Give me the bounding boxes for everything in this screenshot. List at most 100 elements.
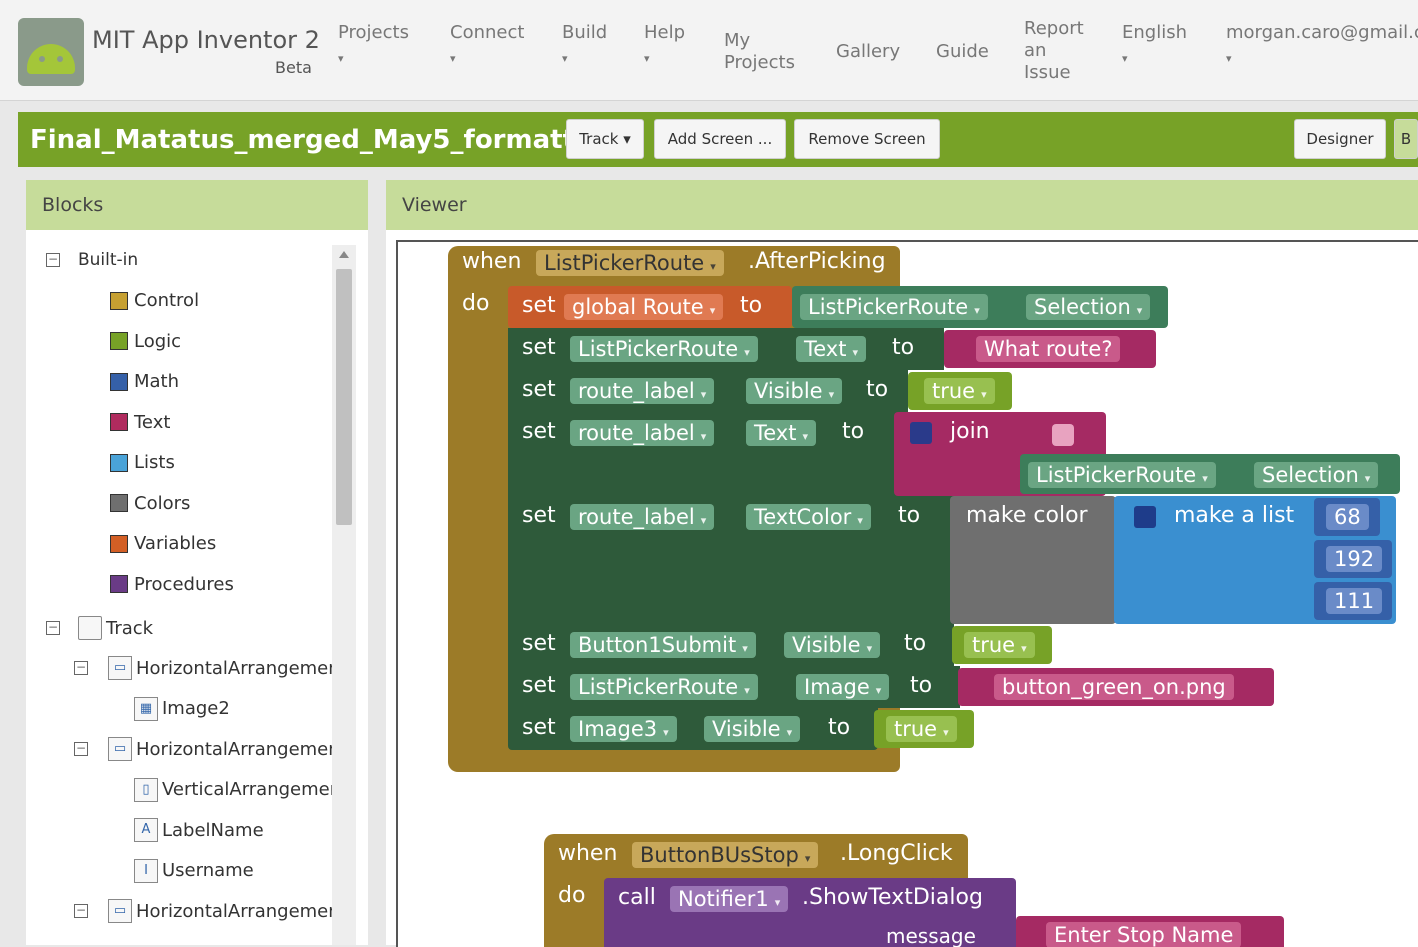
event2-event-name: .LongClick [840, 841, 953, 866]
to-keyword: to [828, 715, 851, 740]
drawer-label: Variables [134, 533, 217, 554]
number-value[interactable]: 68 [1326, 504, 1369, 530]
empty-text-field[interactable] [1052, 424, 1074, 446]
nav-guide-link[interactable]: Guide [936, 41, 989, 63]
app-inventor-logo-icon[interactable] [18, 18, 84, 86]
app-title: MIT App Inventor 2 [92, 26, 320, 54]
component-dropdown[interactable]: route_label ▾ [570, 378, 715, 404]
component-label: Image2 [162, 698, 230, 719]
collapse-icon[interactable]: − [74, 661, 88, 675]
nav-gallery-link[interactable]: Gallery [836, 41, 900, 63]
builtin-lists-drawer[interactable]: Lists [110, 452, 175, 473]
component-tree-node[interactable]: ▦ Image2 [134, 696, 230, 721]
set-keyword: set [522, 673, 556, 698]
builtin-variables-drawer[interactable]: Variables [110, 533, 216, 554]
drawer-label: Procedures [134, 573, 234, 595]
nav-report-issue-link[interactable]: Report an Issue [1024, 18, 1088, 84]
builtin-control-drawer[interactable]: Control [110, 290, 199, 311]
to-keyword: to [892, 335, 915, 360]
text-value[interactable]: What route? [976, 336, 1121, 362]
nav-language-menu[interactable]: English ▾ [1122, 22, 1187, 70]
property-dropdown[interactable]: TextColor ▾ [746, 504, 871, 530]
collapse-icon[interactable]: − [74, 904, 88, 918]
screen-select-button[interactable]: Track ▾ [566, 119, 644, 159]
property-dropdown[interactable]: Image ▾ [796, 674, 890, 700]
property-dropdown[interactable]: Visible ▾ [784, 632, 881, 658]
collapse-icon[interactable]: − [74, 742, 88, 756]
component-dropdown[interactable]: ListPickerRoute ▾ [1028, 462, 1216, 488]
color-swatch-icon [110, 575, 128, 593]
builtin-text-drawer[interactable]: Text [110, 412, 170, 433]
boolean-dropdown[interactable]: true ▾ [964, 632, 1035, 658]
property-dropdown[interactable]: Visible ▾ [704, 716, 801, 742]
component-icon: A [134, 818, 158, 842]
component-dropdown[interactable]: ListPickerRoute ▾ [800, 294, 988, 320]
property-dropdown[interactable]: Selection ▾ [1254, 462, 1379, 488]
set-property-block[interactable] [508, 708, 878, 750]
boolean-dropdown[interactable]: true ▾ [924, 378, 995, 404]
add-screen-button[interactable]: Add Screen ... [654, 119, 786, 159]
viewer-title: Viewer [386, 180, 1418, 230]
property-dropdown[interactable]: Visible ▾ [746, 378, 843, 404]
mutator-gear-icon[interactable] [1134, 506, 1156, 528]
property-dropdown[interactable]: Text ▾ [746, 420, 817, 446]
drawer-label: Math [134, 371, 180, 392]
color-swatch-icon [110, 413, 128, 431]
component-dropdown[interactable]: route_label ▾ [570, 504, 715, 530]
text-value[interactable]: Enter Stop Name [1046, 922, 1242, 947]
nav-my-projects-link[interactable]: My Projects [724, 30, 804, 74]
to-keyword: to [842, 419, 865, 444]
nav-account-menu[interactable]: morgan.caro@gmail.c ▾ [1226, 22, 1418, 70]
builtin-logic-drawer[interactable]: Logic [110, 331, 181, 352]
scroll-thumb[interactable] [336, 269, 352, 525]
builtin-math-drawer[interactable]: Math [110, 371, 179, 392]
collapse-icon[interactable]: − [46, 621, 60, 635]
event2-component-dropdown[interactable]: ButtonBUsStop ▾ [632, 842, 819, 868]
remove-screen-button[interactable]: Remove Screen [794, 119, 940, 159]
number-value[interactable]: 111 [1326, 588, 1383, 614]
drawer-label: Lists [134, 452, 175, 473]
number-value[interactable]: 192 [1326, 546, 1383, 572]
builtin-procedures-drawer[interactable]: Procedures [110, 574, 234, 595]
drawer-label: Control [134, 290, 200, 311]
variable-dropdown[interactable]: global Route ▾ [564, 294, 724, 320]
screen-tree-node[interactable]: − Track [46, 616, 153, 640]
event1-component-dropdown[interactable]: ListPickerRoute ▾ [536, 250, 724, 276]
component-tree-node[interactable]: ▯ VerticalArrangemer [134, 777, 336, 802]
color-swatch-icon [110, 291, 128, 310]
property-dropdown[interactable]: Text ▾ [796, 336, 867, 362]
component-tree-node[interactable]: A LabelName [134, 818, 264, 842]
collapse-icon[interactable]: − [46, 253, 60, 267]
component-tree-node[interactable]: − ▭ HorizontalArrangemen [74, 656, 336, 680]
component-dropdown[interactable]: Notifier1 ▾ [670, 886, 789, 912]
component-dropdown[interactable]: ListPickerRoute ▾ [570, 674, 758, 700]
mutator-gear-icon[interactable] [910, 422, 932, 444]
builtin-tree-node[interactable]: − Built-in [46, 250, 138, 270]
blocks-workspace[interactable]: when ListPickerRoute ▾ .AfterPicking do s… [396, 240, 1418, 947]
component-icon: ▭ [108, 737, 132, 761]
nav-help-menu[interactable]: Help ▾ [644, 22, 685, 70]
project-name: Final_Matatus_merged_May5_formatted [30, 125, 612, 155]
blocks-button[interactable]: B [1394, 119, 1418, 159]
component-tree-node[interactable]: I Username [134, 858, 254, 883]
scroll-up-icon[interactable] [339, 251, 349, 258]
component-dropdown[interactable]: ListPickerRoute ▾ [570, 336, 758, 362]
to-keyword: to [904, 631, 927, 656]
designer-button[interactable]: Designer [1294, 119, 1386, 159]
boolean-dropdown[interactable]: true ▾ [886, 716, 957, 742]
property-dropdown[interactable]: Selection ▾ [1026, 294, 1151, 320]
component-icon: ▯ [134, 777, 158, 802]
component-tree-node[interactable]: − ▭ HorizontalArrangemen [74, 737, 336, 761]
nav-build-menu[interactable]: Build ▾ [562, 22, 607, 70]
component-dropdown[interactable]: Button1Submit ▾ [570, 632, 756, 658]
component-dropdown[interactable]: Image3 ▾ [570, 716, 677, 742]
component-dropdown[interactable]: route_label ▾ [570, 420, 715, 446]
nav-connect-menu[interactable]: Connect ▾ [450, 22, 524, 70]
builtin-colors-drawer[interactable]: Colors [110, 493, 190, 514]
nav-projects-menu[interactable]: Projects ▾ [338, 22, 409, 70]
component-icon: ▭ [108, 899, 132, 923]
color-swatch-icon [110, 453, 128, 472]
blocks-tree-scrollbar[interactable] [332, 245, 356, 945]
text-value[interactable]: button_green_on.png [994, 674, 1234, 700]
component-tree-node[interactable]: − ▭ HorizontalArrangemen [74, 899, 336, 923]
